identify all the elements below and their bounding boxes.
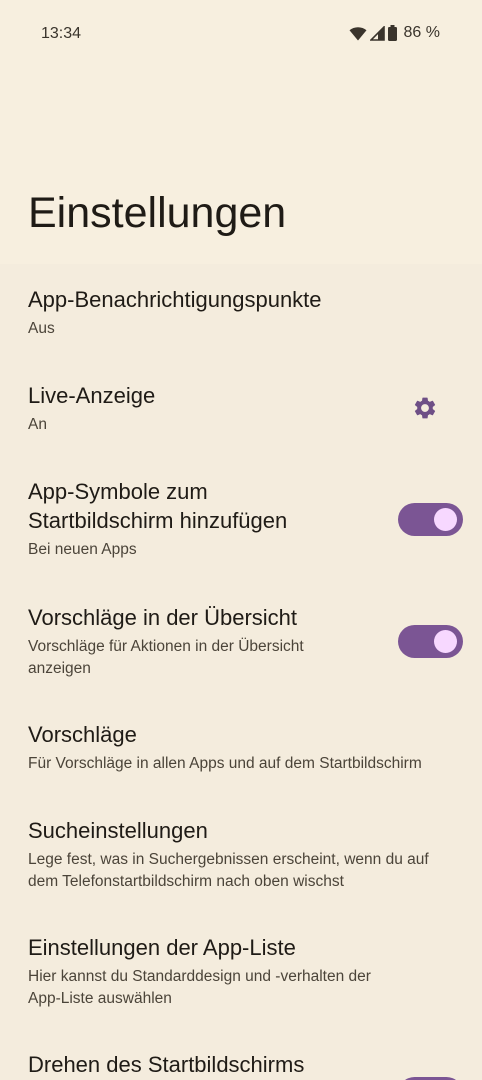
setting-subtitle-line1: Hier kannst du Standarddesign und -verha… [28,968,371,985]
setting-title-line2: Startbildschirm hinzufügen [28,508,288,533]
overview-suggestions-toggle[interactable] [398,625,463,658]
setting-notification-dots[interactable]: App-Benachrichtigungspunkte Aus [0,264,482,362]
setting-title: Live-Anzeige [28,383,156,408]
setting-subtitle: Bei neuen Apps [28,541,137,558]
setting-subtitle-line2: anzeigen [28,660,91,677]
setting-subtitle-line1: Lege fest, was in Suchergebnissen ersche… [28,851,429,868]
setting-subtitle-line2: dem Telefonstartbildschirm nach oben wis… [28,873,344,890]
setting-title-line1: App-Symbole zum [28,479,208,504]
toggle-knob [434,508,457,531]
add-icons-toggle[interactable] [398,503,463,536]
setting-overview-suggestions[interactable]: Vorschläge in der Übersicht Vorschläge f… [0,588,482,706]
setting-subtitle-line2: App-Liste auswählen [28,990,172,1007]
setting-search[interactable]: Sucheinstellungen Lege fest, was in Such… [0,806,482,923]
status-icons: 86 % [349,24,440,42]
wifi-icon [349,26,367,41]
setting-title: Sucheinstellungen [28,818,208,843]
setting-subtitle: Für Vorschläge in allen Apps und auf dem… [28,755,422,772]
setting-suggestions[interactable]: Vorschläge Für Vorschläge in allen Apps … [0,706,482,806]
setting-title: Vorschläge in der Übersicht [28,605,298,630]
setting-rotate-home[interactable]: Drehen des Startbildschirms [0,1040,482,1080]
setting-live-display[interactable]: Live-Anzeige An [0,362,482,460]
status-time: 13:34 [41,25,82,42]
setting-title: Vorschläge [28,722,137,747]
signal-icon [369,25,385,41]
battery-percentage: 86 % [403,24,440,41]
setting-title: Einstellungen der App-Liste [28,935,296,960]
setting-title: App-Benachrichtigungspunkte [28,287,322,312]
status-bar: 13:34 86 % [0,0,482,68]
battery-icon [387,25,397,41]
setting-title: Drehen des Startbildschirms [28,1052,305,1077]
toggle-knob [434,630,457,653]
setting-subtitle: An [28,416,47,433]
gear-icon[interactable] [412,395,438,421]
setting-add-icons[interactable]: App-Symbole zum Startbildschirm hinzufüg… [0,460,482,588]
setting-app-list[interactable]: Einstellungen der App-Liste Hier kannst … [0,923,482,1040]
settings-list: App-Benachrichtigungspunkte Aus Live-Anz… [0,264,482,1080]
setting-subtitle: Aus [28,320,55,337]
page-title: Einstellungen [28,189,287,237]
